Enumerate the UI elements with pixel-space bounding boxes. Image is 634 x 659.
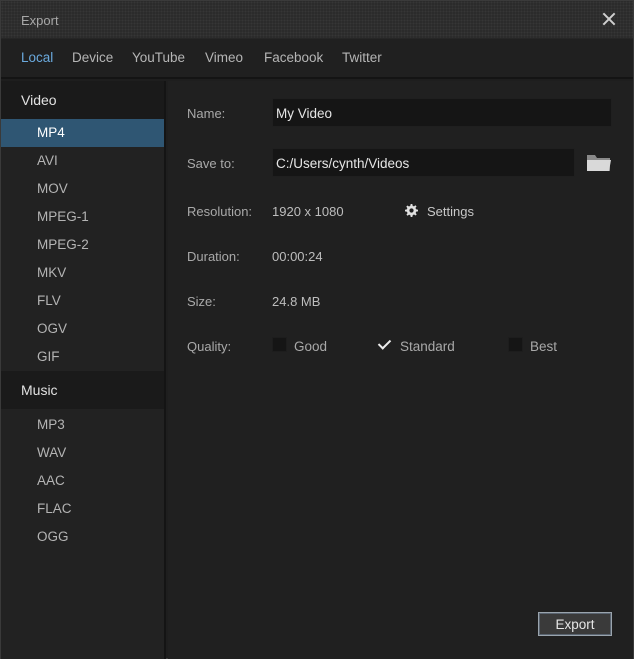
close-icon[interactable] [599, 9, 619, 29]
format-item-mpeg2[interactable]: MPEG-2 [1, 231, 164, 259]
folder-icon[interactable] [586, 151, 612, 173]
settings-label: Settings [427, 204, 474, 219]
format-item-wav[interactable]: WAV [1, 439, 164, 467]
resolution-value: 1920 x 1080 [272, 204, 344, 219]
quality-standard-label: Standard [400, 339, 455, 354]
format-item-flac[interactable]: FLAC [1, 495, 164, 523]
destination-tabs: Local Device YouTube Vimeo Facebook Twit… [1, 39, 633, 79]
resolution-label: Resolution: [187, 204, 253, 219]
format-item-mp4[interactable]: MP4 [1, 119, 164, 147]
export-button[interactable]: Export [538, 612, 612, 636]
quality-best-checkbox[interactable] [508, 337, 523, 352]
name-label: Name: [187, 106, 226, 121]
tab-vimeo[interactable]: Vimeo [205, 50, 243, 65]
format-sidebar: Video MP4 AVI MOV MPEG-1 MPEG-2 MKV FLV … [1, 81, 166, 659]
export-dialog: Export Local Device YouTube Vimeo Facebo… [0, 0, 634, 659]
duration-label: Duration: [187, 249, 240, 264]
format-item-mpeg1[interactable]: MPEG-1 [1, 203, 164, 231]
tab-local[interactable]: Local [21, 50, 53, 65]
format-item-ogv[interactable]: OGV [1, 315, 164, 343]
format-item-gif[interactable]: GIF [1, 343, 164, 371]
format-item-mp3[interactable]: MP3 [1, 411, 164, 439]
tab-facebook[interactable]: Facebook [264, 50, 323, 65]
format-item-mov[interactable]: MOV [1, 175, 164, 203]
size-label: Size: [187, 294, 216, 309]
format-item-avi[interactable]: AVI [1, 147, 164, 175]
video-group-header: Video [1, 81, 164, 119]
save-path-input[interactable]: C:/Users/cynth/Videos [272, 148, 575, 177]
format-item-ogg[interactable]: OGG [1, 523, 164, 551]
format-item-aac[interactable]: AAC [1, 467, 164, 495]
title-bar: Export [1, 1, 633, 39]
quality-standard-checkbox[interactable] [378, 337, 393, 352]
format-item-mkv[interactable]: MKV [1, 259, 164, 287]
format-item-flv[interactable]: FLV [1, 287, 164, 315]
tab-device[interactable]: Device [72, 50, 113, 65]
export-settings-panel: Name: My Video Save to: C:/Users/cynth/V… [168, 81, 633, 659]
quality-good-checkbox[interactable] [272, 337, 287, 352]
save-to-label: Save to: [187, 156, 235, 171]
tab-youtube[interactable]: YouTube [132, 50, 185, 65]
size-value: 24.8 MB [272, 294, 321, 309]
tab-twitter[interactable]: Twitter [342, 50, 382, 65]
gear-icon [405, 204, 418, 217]
duration-value: 00:00:24 [272, 249, 323, 264]
name-input[interactable]: My Video [272, 98, 612, 127]
quality-best-label: Best [530, 339, 558, 354]
music-group-header: Music [1, 371, 164, 409]
quality-label: Quality: [187, 339, 232, 354]
quality-good-label: Good [294, 339, 328, 354]
window-title: Export [21, 13, 59, 28]
